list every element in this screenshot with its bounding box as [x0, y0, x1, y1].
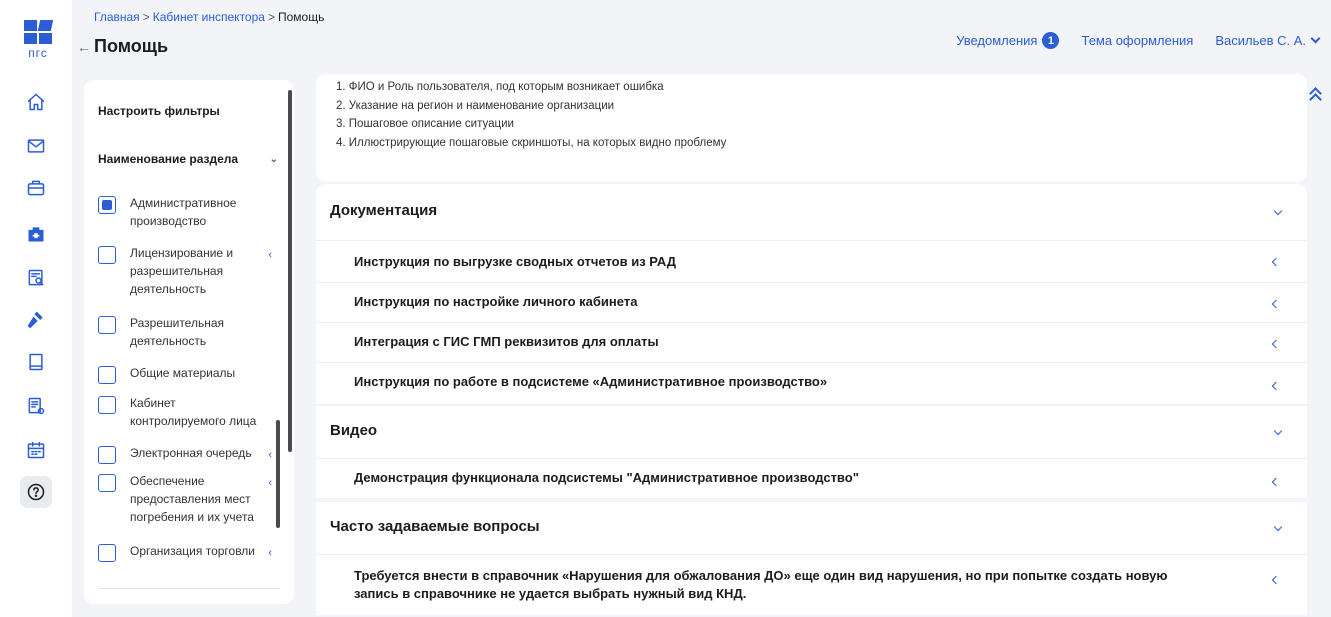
theme-label: Тема оформления [1081, 33, 1194, 48]
scroll-top-button[interactable] [1306, 86, 1326, 106]
filter-checkbox[interactable] [98, 396, 116, 414]
filter-item[interactable]: Административное производство [98, 194, 276, 230]
notifications-link[interactable]: Уведомления 1 [956, 32, 1060, 49]
notifications-label: Уведомления [956, 33, 1038, 48]
chevron-down-icon [1273, 426, 1283, 436]
section-title: Часто задаваемые вопросы [330, 518, 540, 535]
logo-mark [24, 20, 54, 44]
title-row: ← Помощь [74, 36, 168, 57]
calendar-icon[interactable] [24, 438, 48, 462]
medkit-icon[interactable] [24, 222, 48, 246]
document-search-icon[interactable] [24, 266, 48, 290]
section-header[interactable]: Видео [316, 406, 1307, 458]
intro-card: 1. ФИО и Роль пользователя, под которым … [316, 74, 1307, 182]
chevron-left-icon[interactable]: ‹ [268, 544, 272, 562]
filter-checkbox[interactable] [98, 366, 116, 384]
filter-item[interactable]: Лицензирование и разрешительная деятельн… [98, 244, 276, 298]
filter-item-label: Общие материалы [130, 366, 236, 380]
intro-line: 4. Иллюстрирующие пошаговые скриншоты, н… [336, 136, 727, 149]
chevron-down-icon [1310, 33, 1321, 44]
doc-row[interactable]: Инструкция по работе в подсистеме «Админ… [316, 362, 1307, 404]
section-header[interactable]: Документация [316, 184, 1307, 240]
faq-row[interactable]: Требуется внести в справочник «Нарушения… [316, 554, 1307, 614]
chevron-left-icon[interactable]: ‹ [268, 474, 272, 492]
filter-item[interactable]: Электронная очередь ‹ [98, 444, 276, 464]
faq-row-title: Требуется внести в справочник «Нарушения… [354, 568, 1168, 601]
chevron-left-icon[interactable]: ‹ [268, 246, 272, 264]
intro-line: 3. Пошаговое описание ситуации [336, 118, 514, 130]
filter-item[interactable]: Организация торговли ‹ [98, 542, 276, 562]
section-video: Видео Демонстрация функционала подсистем… [316, 406, 1307, 498]
page-title: Помощь [94, 36, 169, 56]
section-title: Видео [330, 422, 378, 439]
chevron-left-icon [1271, 575, 1281, 585]
nav-rail: пгс [0, 0, 72, 617]
section-faq: Часто задаваемые вопросы Требуется внест… [316, 502, 1307, 615]
doc-row-title: Инструкция по настройке личного кабинета [354, 294, 638, 309]
filter-checkbox[interactable] [98, 196, 116, 214]
breadcrumb-current: Помощь [277, 10, 325, 24]
filter-section-title: Наименование раздела [98, 152, 239, 166]
briefcase-icon[interactable] [24, 176, 48, 200]
filter-list-scrollbar[interactable] [276, 420, 280, 528]
filter-item[interactable]: Общие материалы [98, 364, 276, 384]
filter-item[interactable]: Разрешительная деятельность [98, 314, 276, 350]
theme-link[interactable]: Тема оформления [1081, 33, 1193, 48]
breadcrumb-inspector[interactable]: Кабинет инспектора [153, 10, 265, 24]
intro-line: 1. ФИО и Роль пользователя, под которым … [336, 81, 664, 93]
back-arrow-icon[interactable]: ← [74, 39, 94, 55]
doc-row-title: Интеграция с ГИС ГМП реквизитов для опла… [354, 334, 659, 349]
section-documentation: Документация Инструкция по выгрузке свод… [316, 184, 1307, 404]
filter-checkbox[interactable] [98, 246, 116, 264]
chevron-down-icon: ⌄ [269, 154, 278, 165]
filter-item-label: Организация торговли [130, 544, 256, 558]
filter-checkbox[interactable] [98, 474, 116, 492]
doc-row[interactable]: Инструкция по выгрузке сводных отчетов и… [316, 240, 1307, 282]
filter-scrollbar[interactable] [288, 90, 292, 452]
gavel-icon[interactable] [24, 308, 48, 332]
filter-item-label: Административное производство [130, 196, 237, 228]
filter-checkbox[interactable] [98, 316, 116, 334]
doc-row[interactable]: Инструкция по настройке личного кабинета [316, 282, 1307, 322]
filter-item-label: Обеспечение предоставления мест погребен… [130, 474, 254, 524]
filter-divider [98, 588, 280, 589]
video-row-title: Демонстрация функционала подсистемы "Адм… [354, 470, 859, 485]
report-icon[interactable] [24, 394, 48, 418]
breadcrumb-home[interactable]: Главная [94, 10, 140, 24]
breadcrumb: Главная > Кабинет инспектора > Помощь [94, 10, 324, 24]
user-menu[interactable]: Васильев С. А. [1215, 33, 1321, 48]
filter-panel: Настроить фильтры Наименование раздела ⌄… [84, 80, 294, 604]
book-icon[interactable] [24, 350, 48, 374]
section-header[interactable]: Часто задаваемые вопросы [316, 502, 1307, 554]
intro-line: 2. Указание на регион и наименование орг… [336, 99, 615, 112]
chevron-down-icon [1273, 522, 1283, 532]
filter-item-label: Электронная очередь [130, 446, 252, 460]
doc-row-title: Инструкция по выгрузке сводных отчетов и… [354, 254, 676, 269]
top-nav: Уведомления 1 Тема оформления Васильев С… [934, 32, 1321, 49]
filter-item-label: Кабинет контролируемого лица [130, 396, 257, 428]
breadcrumb-separator: > [142, 10, 150, 24]
help-icon[interactable] [20, 476, 52, 508]
filters-heading[interactable]: Настроить фильтры [98, 104, 220, 118]
home-icon[interactable] [24, 90, 48, 114]
logo-text: пгс [28, 46, 48, 60]
filter-checkbox[interactable] [98, 544, 116, 562]
filter-checkbox[interactable] [98, 446, 116, 464]
video-row[interactable]: Демонстрация функционала подсистемы "Адм… [316, 458, 1307, 498]
filter-item-label: Разрешительная деятельность [130, 316, 225, 348]
doc-row[interactable]: Интеграция с ГИС ГМП реквизитов для опла… [316, 322, 1307, 362]
filter-item[interactable]: Кабинет контролируемого лица [98, 394, 276, 430]
filter-item[interactable]: Обеспечение предоставления мест погребен… [98, 472, 276, 526]
user-name: Васильев С. А. [1215, 33, 1306, 48]
doc-row-title: Инструкция по работе в подсистеме «Админ… [354, 374, 828, 389]
chevron-left-icon[interactable]: ‹ [268, 446, 272, 464]
section-title: Документация [330, 202, 438, 219]
chevron-down-icon [1273, 206, 1283, 216]
filter-section-toggle[interactable]: Наименование раздела ⌄ [98, 152, 278, 166]
mail-icon[interactable] [24, 134, 48, 158]
logo[interactable]: пгс [20, 20, 56, 60]
breadcrumb-separator: > [267, 10, 275, 24]
filter-item-label: Лицензирование и разрешительная деятельн… [130, 246, 234, 296]
notifications-badge: 1 [1042, 32, 1060, 49]
